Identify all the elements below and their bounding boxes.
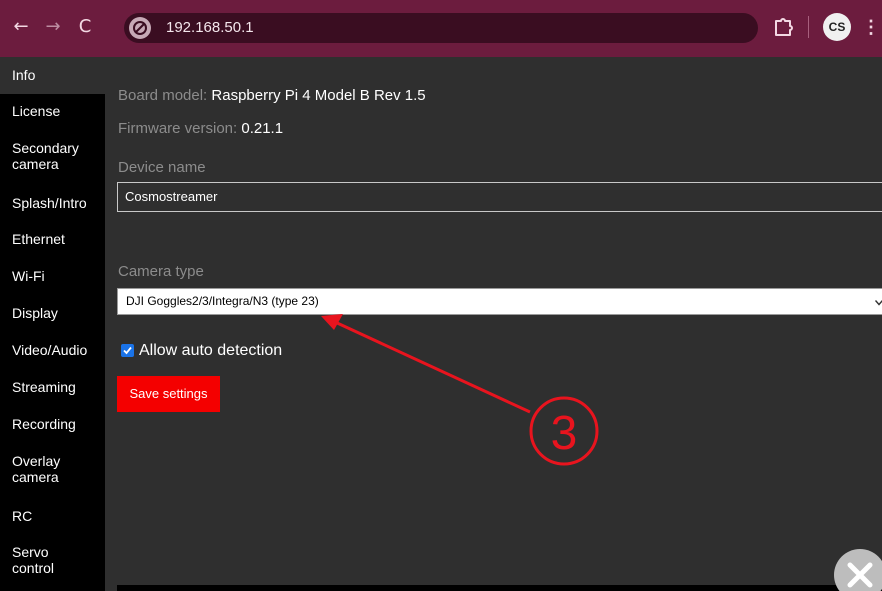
browser-toolbar: ← → C 192.168.50.1 CS ⋮ (0, 0, 882, 57)
sidebar-item-video-audio[interactable]: Video/Audio (0, 342, 105, 358)
settings-sidebar: Info License Secondary camera Splash/Int… (0, 57, 105, 591)
sidebar-item-secondary-camera[interactable]: Secondary camera (0, 140, 90, 172)
firmware-version-label: Firmware version: (118, 120, 238, 137)
address-bar[interactable]: 192.168.50.1 (124, 13, 758, 43)
save-settings-button[interactable]: Save settings (117, 376, 220, 412)
arrow-left-icon[interactable]: ← (8, 14, 34, 40)
board-model-label: Board model: (118, 87, 208, 104)
close-button[interactable] (834, 549, 882, 591)
site-info-icon[interactable] (129, 17, 151, 39)
sidebar-item-splash-intro[interactable]: Splash/Intro (0, 195, 105, 211)
sidebar-item-overlay-camera[interactable]: Overlay camera (0, 453, 80, 485)
sidebar-item-license[interactable]: License (0, 103, 105, 119)
sidebar-item-ethernet[interactable]: Ethernet (0, 231, 105, 247)
sidebar-item-streaming[interactable]: Streaming (0, 379, 105, 395)
board-model-value: Raspberry Pi 4 Model B Rev 1.5 (211, 87, 426, 104)
kebab-menu-icon[interactable]: ⋮ (862, 14, 880, 40)
camera-type-label: Camera type (118, 263, 204, 280)
chevron-down-icon (874, 299, 882, 309)
firmware-version-row: Firmware version: 0.21.1 (118, 120, 283, 137)
bottom-bar (117, 585, 882, 591)
auto-detection-checkbox[interactable] (121, 344, 134, 357)
board-model-row: Board model: Raspberry Pi 4 Model B Rev … (118, 87, 426, 104)
sidebar-item-recording[interactable]: Recording (0, 416, 105, 432)
checkmark-icon (123, 346, 132, 355)
info-panel: Board model: Raspberry Pi 4 Model B Rev … (105, 57, 882, 591)
camera-type-select[interactable]: DJI Goggles2/3/Integra/N3 (type 23) (117, 288, 882, 315)
sidebar-item-display[interactable]: Display (0, 305, 105, 321)
sidebar-item-wifi[interactable]: Wi-Fi (0, 268, 105, 284)
auto-detection-label: Allow auto detection (139, 342, 283, 359)
sidebar-item-servo-control[interactable]: Servo control (0, 544, 75, 576)
toolbar-separator (808, 16, 809, 38)
sidebar-item-info[interactable]: Info (0, 57, 105, 94)
sidebar-item-rc[interactable]: RC (0, 508, 105, 524)
arrow-right-icon[interactable]: → (40, 14, 66, 40)
firmware-version-value: 0.21.1 (241, 120, 284, 137)
close-icon (847, 562, 873, 588)
reload-icon[interactable]: C (72, 14, 98, 40)
puzzle-icon[interactable] (772, 15, 794, 37)
url-text: 192.168.50.1 (166, 19, 254, 36)
device-name-input[interactable]: Cosmostreamer (117, 182, 882, 212)
profile-avatar[interactable]: CS (823, 13, 851, 41)
device-name-label: Device name (118, 159, 206, 176)
